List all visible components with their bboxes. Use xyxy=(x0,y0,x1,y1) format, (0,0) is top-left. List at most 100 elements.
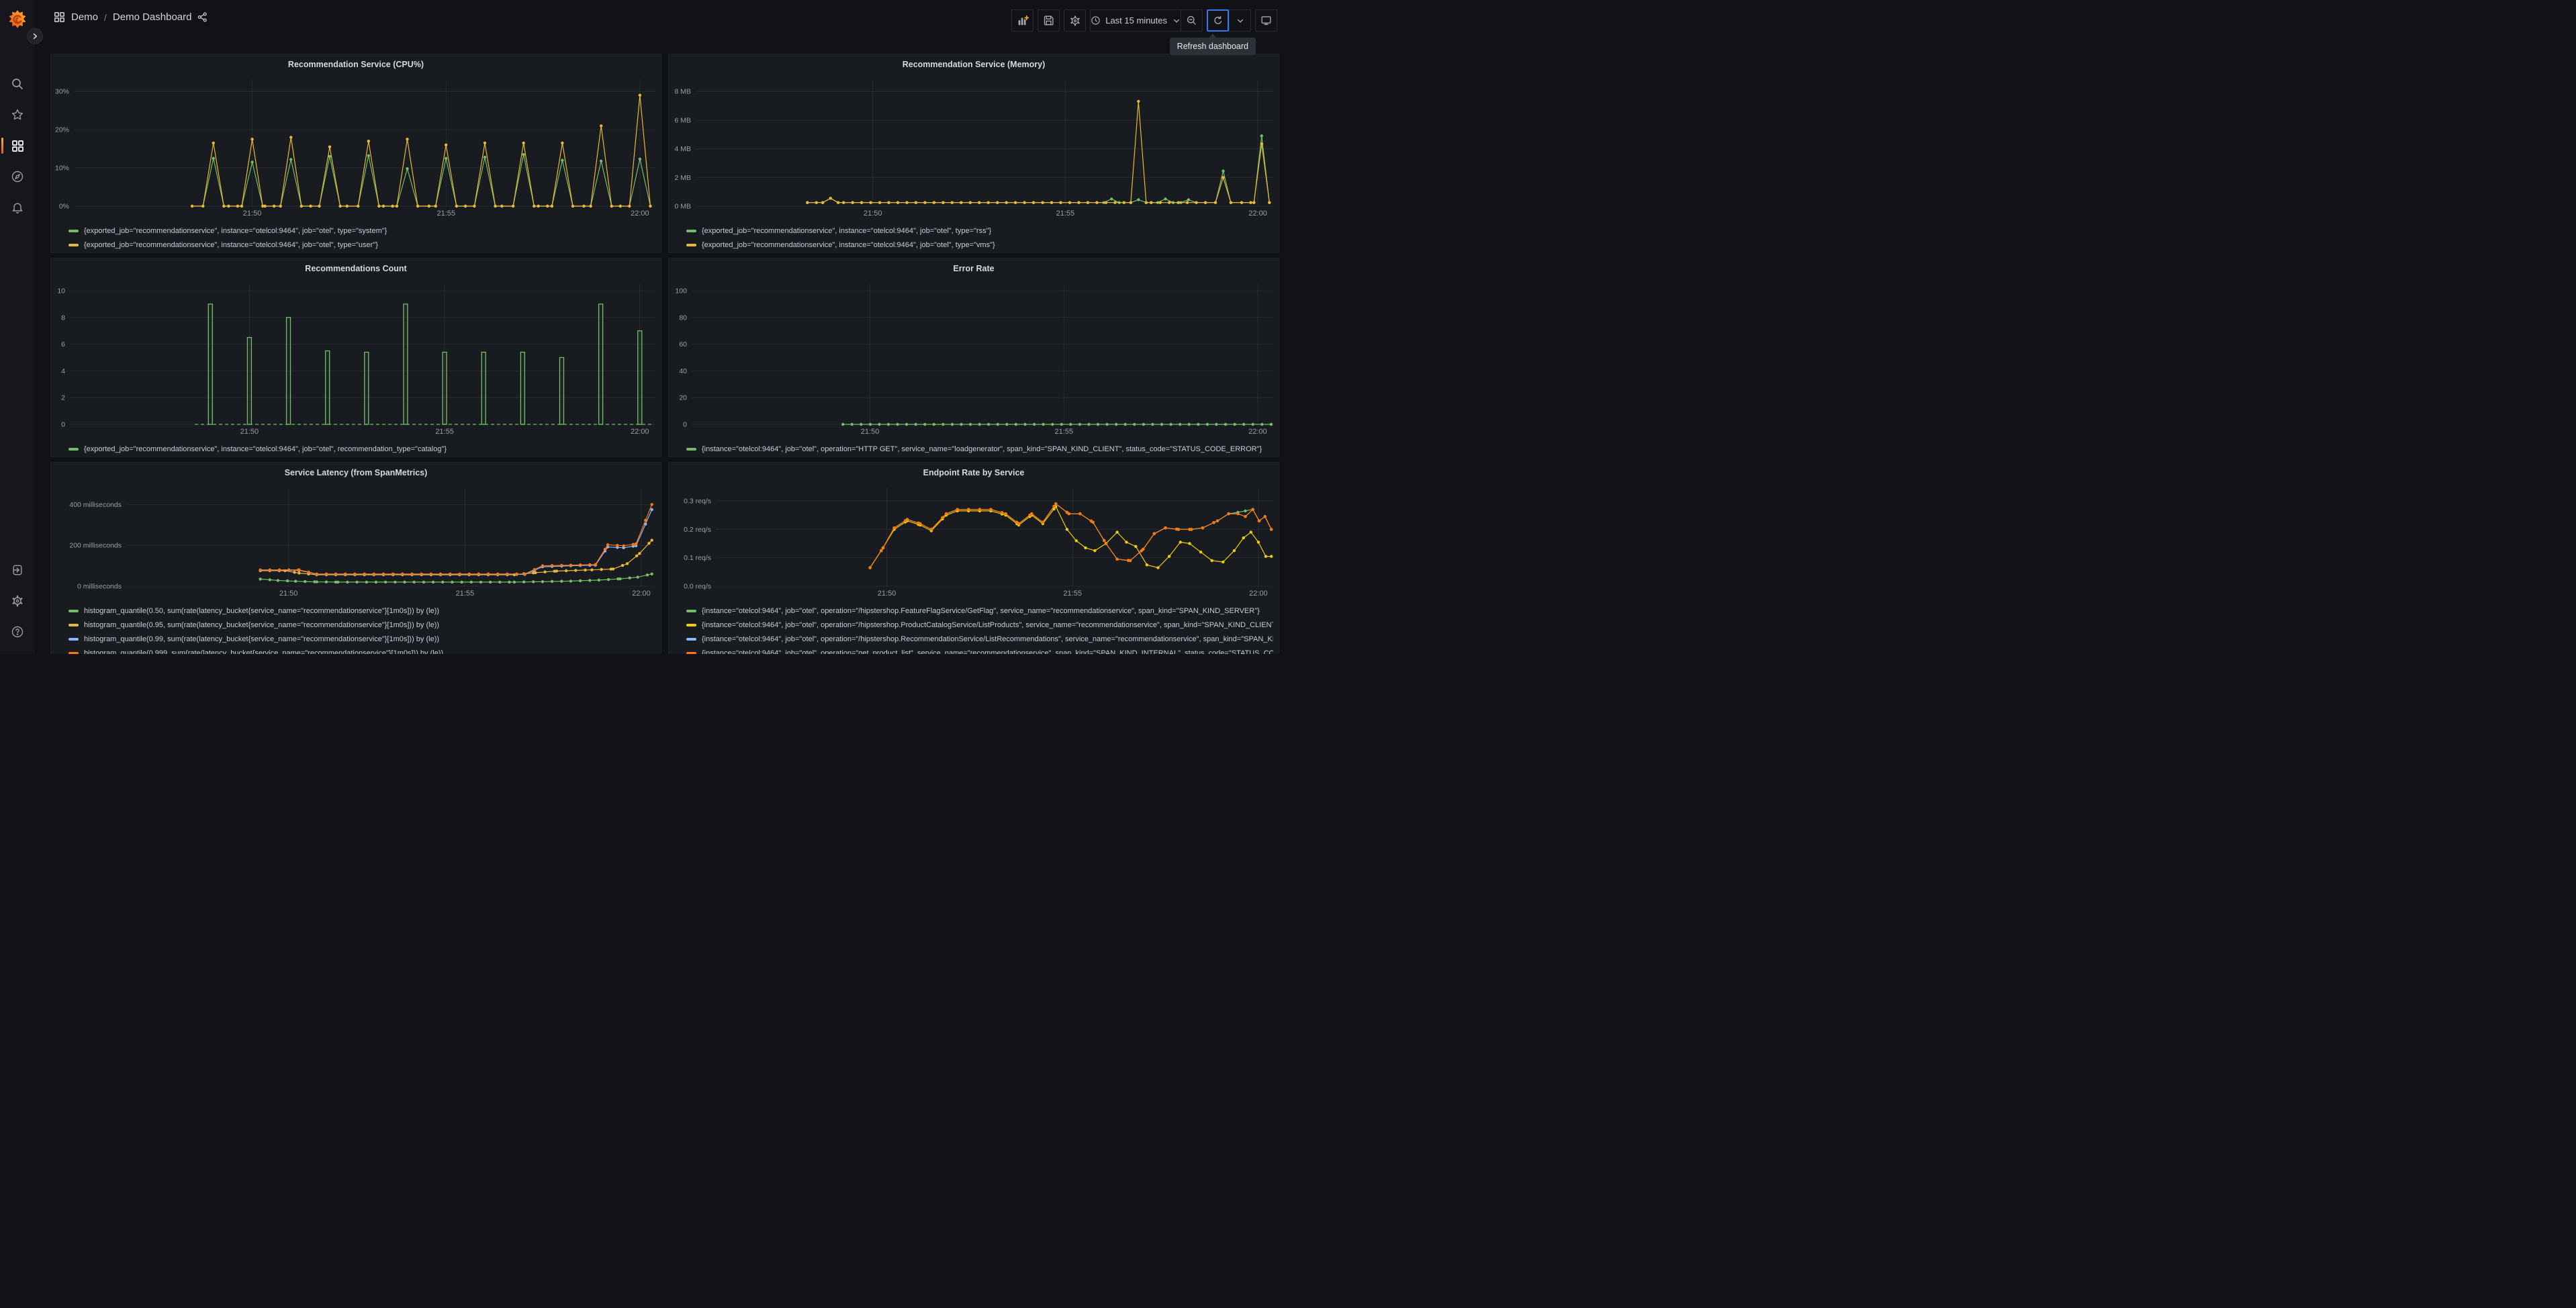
legend-label: histogram_quantile(0.95, sum(rate(latenc… xyxy=(84,620,440,629)
error-rate-chart[interactable]: 0 20 40 60 80 100 21:50 21:55 22:00 xyxy=(669,279,1279,440)
legend-swatch xyxy=(68,637,79,641)
sidebar-item-sign-in[interactable] xyxy=(0,559,35,581)
share-icon[interactable] xyxy=(197,12,208,22)
panel-title: Recommendation Service (CPU%) xyxy=(287,60,424,69)
panel-header[interactable]: Service Latency (from SpanMetrics) xyxy=(51,463,661,483)
svg-text:2: 2 xyxy=(61,394,65,402)
sidebar-item-explore[interactable] xyxy=(0,165,35,188)
legend-item[interactable]: histogram_quantile(0.999, sum(rate(laten… xyxy=(68,646,655,654)
sidebar-item-starred[interactable] xyxy=(0,103,35,126)
svg-text:4: 4 xyxy=(61,367,65,375)
legend-item[interactable]: histogram_quantile(0.99, sum(rate(latenc… xyxy=(68,632,655,646)
legend-item[interactable]: {exported_job="recommendationservice", i… xyxy=(686,238,1273,252)
panel-header[interactable]: Recommendations Count xyxy=(51,259,661,279)
gear-icon xyxy=(1070,15,1080,26)
sidebar-item-help[interactable] xyxy=(0,620,35,643)
legend-item[interactable]: {instance="otelcol:9464", job="otel", op… xyxy=(686,604,1273,618)
svg-text:21:55: 21:55 xyxy=(456,590,475,598)
endpoint-rate-chart[interactable]: 0.0 req/s 0.1 req/s 0.2 req/s 0.3 req/s 21:5… xyxy=(669,483,1279,602)
panel-title: Endpoint Rate by Service xyxy=(923,468,1025,477)
svg-text:22:00: 22:00 xyxy=(1248,209,1267,218)
svg-text:21:55: 21:55 xyxy=(435,428,454,436)
star-icon xyxy=(11,109,24,120)
legend-item[interactable]: {instance="otelcol:9464", job="otel", op… xyxy=(686,442,1273,456)
svg-text:0%: 0% xyxy=(59,203,69,211)
service-latency-chart[interactable]: 0 milliseconds 200 milliseconds 400 millis… xyxy=(51,483,661,602)
svg-text:22:00: 22:00 xyxy=(631,428,649,436)
legend-swatch xyxy=(686,243,696,246)
memory-chart[interactable]: 0 MB 2 MB 4 MB 6 MB 8 MB 21:50 21:55 22:00 xyxy=(669,75,1279,222)
svg-text:22:00: 22:00 xyxy=(632,590,651,598)
panel-legend: {instance="otelcol:9464", job="otel", op… xyxy=(669,602,1279,654)
svg-text:30%: 30% xyxy=(55,88,69,96)
legend-item[interactable]: {instance="otelcol:9464", job="otel", op… xyxy=(686,646,1273,654)
svg-text:21:55: 21:55 xyxy=(436,209,455,218)
legend-item[interactable]: {instance="otelcol:9464", job="otel", op… xyxy=(686,618,1273,632)
legend-item[interactable]: {exported_job="recommendationservice", i… xyxy=(68,238,655,252)
legend-label: histogram_quantile(0.50, sum(rate(latenc… xyxy=(84,606,440,615)
panel-header[interactable]: Endpoint Rate by Service xyxy=(669,463,1279,483)
add-panel-button[interactable] xyxy=(1011,9,1034,32)
svg-text:6: 6 xyxy=(61,340,65,348)
panel-header[interactable]: Recommendation Service (Memory) xyxy=(669,54,1279,75)
legend-label: {instance="otelcol:9464", job="otel", op… xyxy=(702,635,1273,643)
breadcrumb-section[interactable]: Demo xyxy=(71,11,98,23)
sidebar-item-alerting[interactable] xyxy=(0,196,35,219)
breadcrumb-page-title: Demo Dashboard xyxy=(112,11,192,23)
time-controls: Last 15 minutes xyxy=(1090,9,1203,32)
panel-title: Error Rate xyxy=(953,264,995,273)
legend-label: histogram_quantile(0.999, sum(rate(laten… xyxy=(84,649,444,655)
legend-item[interactable]: {exported_job="recommendationservice", i… xyxy=(68,224,655,238)
chevron-down-icon xyxy=(1173,19,1180,23)
svg-text:4 MB: 4 MB xyxy=(674,145,691,153)
dashboard-panels: Recommendation Service (CPU%) 0% 10% 20% 30… xyxy=(35,42,1288,654)
legend-label: histogram_quantile(0.99, sum(rate(latenc… xyxy=(84,635,440,643)
recommendations-count-chart[interactable]: 0 2 4 6 8 10 21:50 21:55 22:00 xyxy=(51,279,661,440)
svg-text:21:50: 21:50 xyxy=(240,428,259,436)
legend-item[interactable]: {exported_job="recommendationservice", i… xyxy=(686,224,1273,238)
save-dashboard-button[interactable] xyxy=(1038,9,1060,32)
svg-text:22:00: 22:00 xyxy=(1248,428,1267,436)
svg-text:10%: 10% xyxy=(55,165,69,173)
sidebar-item-configuration[interactable] xyxy=(0,590,35,612)
time-series-plot: 0 milliseconds 200 milliseconds 400 millis… xyxy=(69,488,655,598)
time-series-plot: 0 20 40 60 80 100 21:50 21:55 22:00 xyxy=(675,284,1273,436)
legend-swatch xyxy=(686,623,696,626)
legend-item[interactable]: histogram_quantile(0.95, sum(rate(latenc… xyxy=(68,618,655,632)
cpu-chart[interactable]: 0% 10% 20% 30% 21:50 21:55 22:00 xyxy=(51,75,661,222)
panel-header[interactable]: Recommendation Service (CPU%) xyxy=(51,54,661,75)
cycle-view-mode-button[interactable] xyxy=(1255,9,1277,32)
legend-item[interactable]: {instance="otelcol:9464", job="otel", op… xyxy=(686,632,1273,646)
sidebar-expand-button[interactable] xyxy=(27,28,43,44)
svg-text:60: 60 xyxy=(679,340,687,348)
legend-label: {exported_job="recommendationservice", i… xyxy=(702,226,992,235)
svg-text:0: 0 xyxy=(683,421,687,429)
help-icon xyxy=(11,626,24,638)
sidebar-item-dashboards[interactable] xyxy=(0,134,35,157)
panel-legend: {exported_job="recommendationservice", i… xyxy=(669,222,1279,252)
panel-header[interactable]: Error Rate xyxy=(669,259,1279,279)
panel-legend: histogram_quantile(0.50, sum(rate(latenc… xyxy=(51,602,661,654)
svg-text:22:00: 22:00 xyxy=(631,209,649,218)
svg-text:21:55: 21:55 xyxy=(1054,428,1073,436)
panel-title: Service Latency (from SpanMetrics) xyxy=(284,468,428,477)
refresh-dashboard-button[interactable] xyxy=(1207,9,1229,32)
sidebar-item-search[interactable] xyxy=(0,73,35,95)
time-series-plot: 0 2 4 6 8 10 21:50 21:55 22:00 xyxy=(57,284,655,436)
refresh-interval-dropdown[interactable] xyxy=(1229,9,1251,32)
grafana-logo-icon xyxy=(9,10,26,28)
svg-text:20: 20 xyxy=(679,394,687,402)
dashboard-settings-button[interactable] xyxy=(1064,9,1087,32)
zoom-out-time-button[interactable] xyxy=(1181,9,1203,32)
legend-item[interactable]: histogram_quantile(0.50, sum(rate(latenc… xyxy=(68,604,655,618)
panel-legend: {instance="otelcol:9464", job="otel", op… xyxy=(669,440,1279,457)
legend-swatch xyxy=(68,447,79,451)
dashboard-toolbar: Last 15 minutes xyxy=(1011,0,1288,32)
legend-swatch xyxy=(686,447,696,451)
clock-icon xyxy=(1091,16,1100,25)
svg-text:100: 100 xyxy=(675,287,687,295)
time-range-picker[interactable]: Last 15 minutes xyxy=(1090,9,1181,32)
legend-swatch xyxy=(686,637,696,641)
legend-item[interactable]: {exported_job="recommendationservice", i… xyxy=(68,442,655,456)
time-series-plot: 0% 10% 20% 30% 21:50 21:55 22:00 xyxy=(55,80,655,218)
